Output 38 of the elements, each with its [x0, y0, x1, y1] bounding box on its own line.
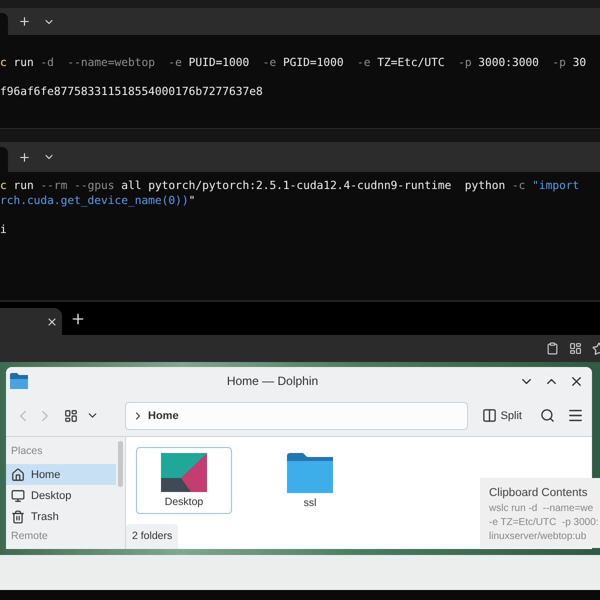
- folder-item[interactable]: Desktop: [136, 447, 232, 514]
- folder-item[interactable]: ssl: [262, 447, 358, 514]
- scrollbar-thumb[interactable]: [118, 441, 123, 487]
- search-icon: [540, 408, 555, 423]
- split-view-icon: [482, 408, 497, 423]
- home-icon: [11, 468, 25, 482]
- wallpaper-thumbnail-icon: [161, 453, 207, 492]
- clipboard-icon[interactable]: [546, 342, 559, 355]
- popup-title: Clipboard Contents: [489, 487, 588, 499]
- split-button[interactable]: Split: [476, 407, 528, 424]
- folder-icon: [10, 373, 28, 389]
- extensions-icon[interactable]: [569, 342, 582, 355]
- sidebar-item[interactable]: Desktop: [6, 485, 116, 507]
- terminal-command-line: c run --rm --gpus all pytorch/pytorch:2.5.1-cuda12.4-cudnn9-runtime python -c "import: [0, 178, 580, 193]
- location-bar[interactable]: Home: [125, 402, 468, 430]
- terminal-command-line: c run -d --name=webtop -e PUID=1000 -e PGID=1000 -e TZ=Etc/UTC -p 3000:3000 -p 30: [0, 55, 586, 70]
- terminal-output-line: f96af6fe877583311518554000176b7277637e8: [0, 84, 263, 99]
- clipboard-text-line: linuxserver/webtop:ub: [489, 530, 588, 544]
- grid-view-icon: [64, 408, 78, 422]
- sidebar-item[interactable]: Home: [6, 464, 116, 486]
- close-tab-icon[interactable]: [46, 316, 58, 328]
- breadcrumb-item[interactable]: Home: [148, 410, 179, 422]
- monitor-icon: [11, 489, 25, 503]
- sidebar-heading: Remote: [10, 529, 49, 544]
- sidebar-item[interactable]: Trash: [6, 506, 116, 528]
- window-title: Home — Dolphin: [226, 374, 320, 388]
- sidebar-heading: Places: [10, 444, 44, 459]
- terminal-output-line: i: [0, 222, 7, 237]
- clipboard-text-line: wslc run -d --name=we: [489, 502, 594, 516]
- plus-icon: [18, 150, 31, 164]
- menu-icon: [567, 407, 584, 424]
- plus-icon: [70, 311, 86, 327]
- trash-icon: [11, 510, 25, 524]
- folder-icon: [287, 453, 333, 493]
- clipboard-text-line: -e TZ=Etc/UTC -p 3000:: [489, 516, 600, 530]
- status-label: 2 folders: [126, 524, 178, 549]
- terminal-command-line: rch.cuda.get_device_name(0))": [0, 193, 196, 208]
- plus-icon: [18, 15, 31, 28]
